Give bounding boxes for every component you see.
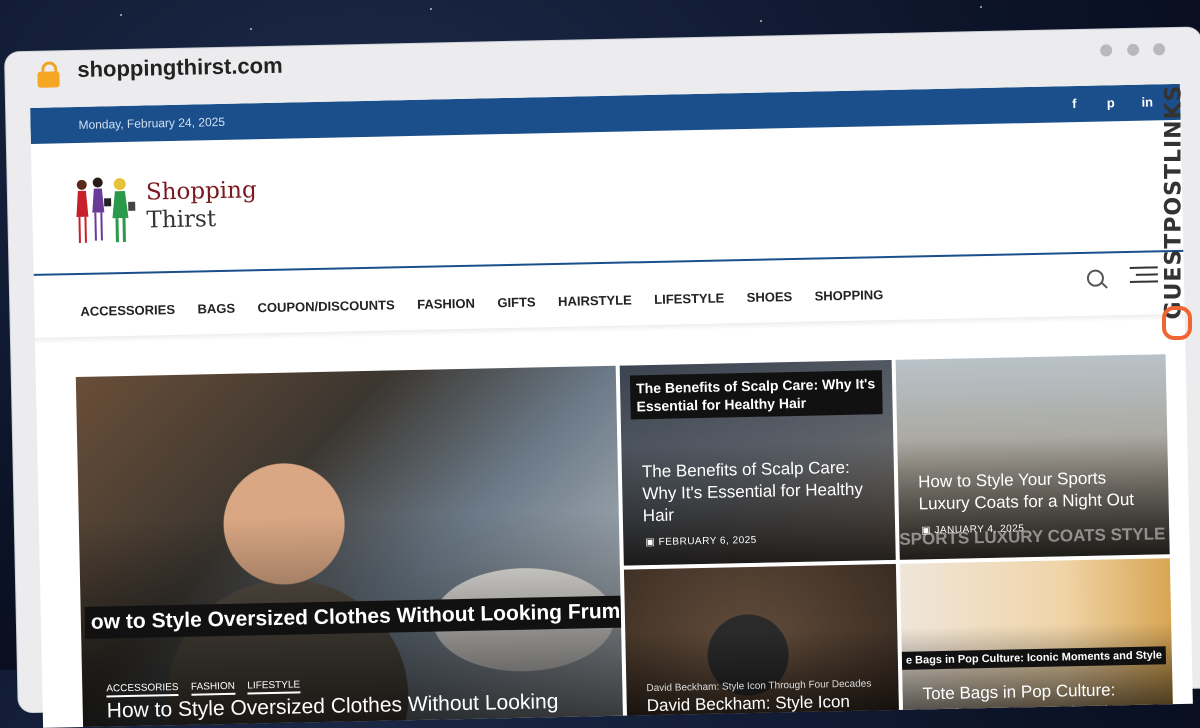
nav-item-coupon-discounts[interactable]: COUPON/DISCOUNTS xyxy=(257,297,395,315)
header-shadow xyxy=(34,313,1185,344)
web-page: Monday, February 24, 2025 f p in Shoppin… xyxy=(30,83,1193,728)
post-card[interactable]: David Beckham: Style Icon Through Four D… xyxy=(623,563,900,728)
post-title[interactable]: David Beckham: Style Icon xyxy=(647,690,887,717)
search-icon[interactable] xyxy=(1086,269,1105,287)
site-logo[interactable]: Shopping Thirst xyxy=(72,173,273,247)
nav-item-accessories[interactable]: ACCESSORIES xyxy=(80,302,175,319)
guestpostlinks-watermark: GUESTPOSTLINKS xyxy=(1152,52,1196,372)
facebook-icon[interactable]: f xyxy=(1063,96,1085,111)
nav-item-hairstyle[interactable]: HAIRSTYLE xyxy=(558,292,632,309)
main-nav: ACCESSORIES BAGS COUPON/DISCOUNTS FASHIO… xyxy=(80,286,901,321)
post-date: ▣ FEBRUARY 6, 2025 xyxy=(645,535,757,548)
watermark-text: GUESTPOSTLINKS xyxy=(1161,84,1187,320)
tag-lifestyle[interactable]: LIFESTYLE xyxy=(247,679,301,695)
screenshot-mockup: shoppingthirst.com Monday, February 24, … xyxy=(0,0,1200,728)
lock-icon xyxy=(37,61,60,88)
nav-item-gifts[interactable]: GIFTS xyxy=(497,294,536,310)
window-dot-icon xyxy=(1126,43,1139,56)
url-text[interactable]: shoppingthirst.com xyxy=(77,53,283,83)
post-date-text: JANUARY 4, 2025 xyxy=(934,523,1025,537)
pinterest-icon[interactable]: p xyxy=(1100,95,1122,110)
current-date: Monday, February 24, 2025 xyxy=(78,114,226,132)
post-card[interactable]: SPORTS LUXURY COATS STYLE How to Style Y… xyxy=(895,354,1170,560)
post-title[interactable]: How to Style Your Sports Luxury Coats fo… xyxy=(918,466,1159,515)
social-links: f p in xyxy=(1053,93,1158,113)
featured-post-card[interactable]: ow to Style Oversized Clothes Without Lo… xyxy=(75,365,624,728)
post-title[interactable]: The Benefits of Scalp Care: Why It's Ess… xyxy=(642,456,879,527)
nav-divider xyxy=(33,249,1184,276)
post-image-banner: The Benefits of Scalp Care: Why It's Ess… xyxy=(629,370,883,420)
nav-item-bags[interactable]: BAGS xyxy=(197,301,235,317)
post-date-text: FEBRUARY 6, 2025 xyxy=(658,534,757,548)
shopping-women-logo-icon xyxy=(76,177,136,243)
post-title[interactable]: Tote Bags in Pop Culture: Iconic Moments… xyxy=(922,678,1163,723)
calendar-icon: ▣ xyxy=(645,536,659,549)
tag-fashion[interactable]: FASHION xyxy=(190,680,236,696)
post-date: ▣ JANUARY 4, 2025 xyxy=(921,523,1024,536)
window-dot-icon xyxy=(1100,44,1113,57)
tag-accessories[interactable]: ACCESSORIES xyxy=(106,681,179,698)
nav-item-lifestyle[interactable]: LIFESTYLE xyxy=(654,290,724,306)
calendar-icon: ▣ xyxy=(921,525,935,537)
logo-text-line1: Shopping xyxy=(145,177,257,206)
logo-text-line2: Thirst xyxy=(146,206,217,234)
link-chain-icon xyxy=(1162,306,1192,340)
nav-item-shoes[interactable]: SHOES xyxy=(747,289,793,305)
nav-item-shopping[interactable]: SHOPPING xyxy=(814,287,883,303)
post-card[interactable]: The Benefits of Scalp Care: Why It's Ess… xyxy=(619,359,896,566)
post-card[interactable]: e Bags in Pop Culture: Iconic Moments an… xyxy=(899,558,1174,724)
browser-window: shoppingthirst.com Monday, February 24, … xyxy=(4,27,1200,728)
nav-item-fashion[interactable]: FASHION xyxy=(417,296,475,312)
